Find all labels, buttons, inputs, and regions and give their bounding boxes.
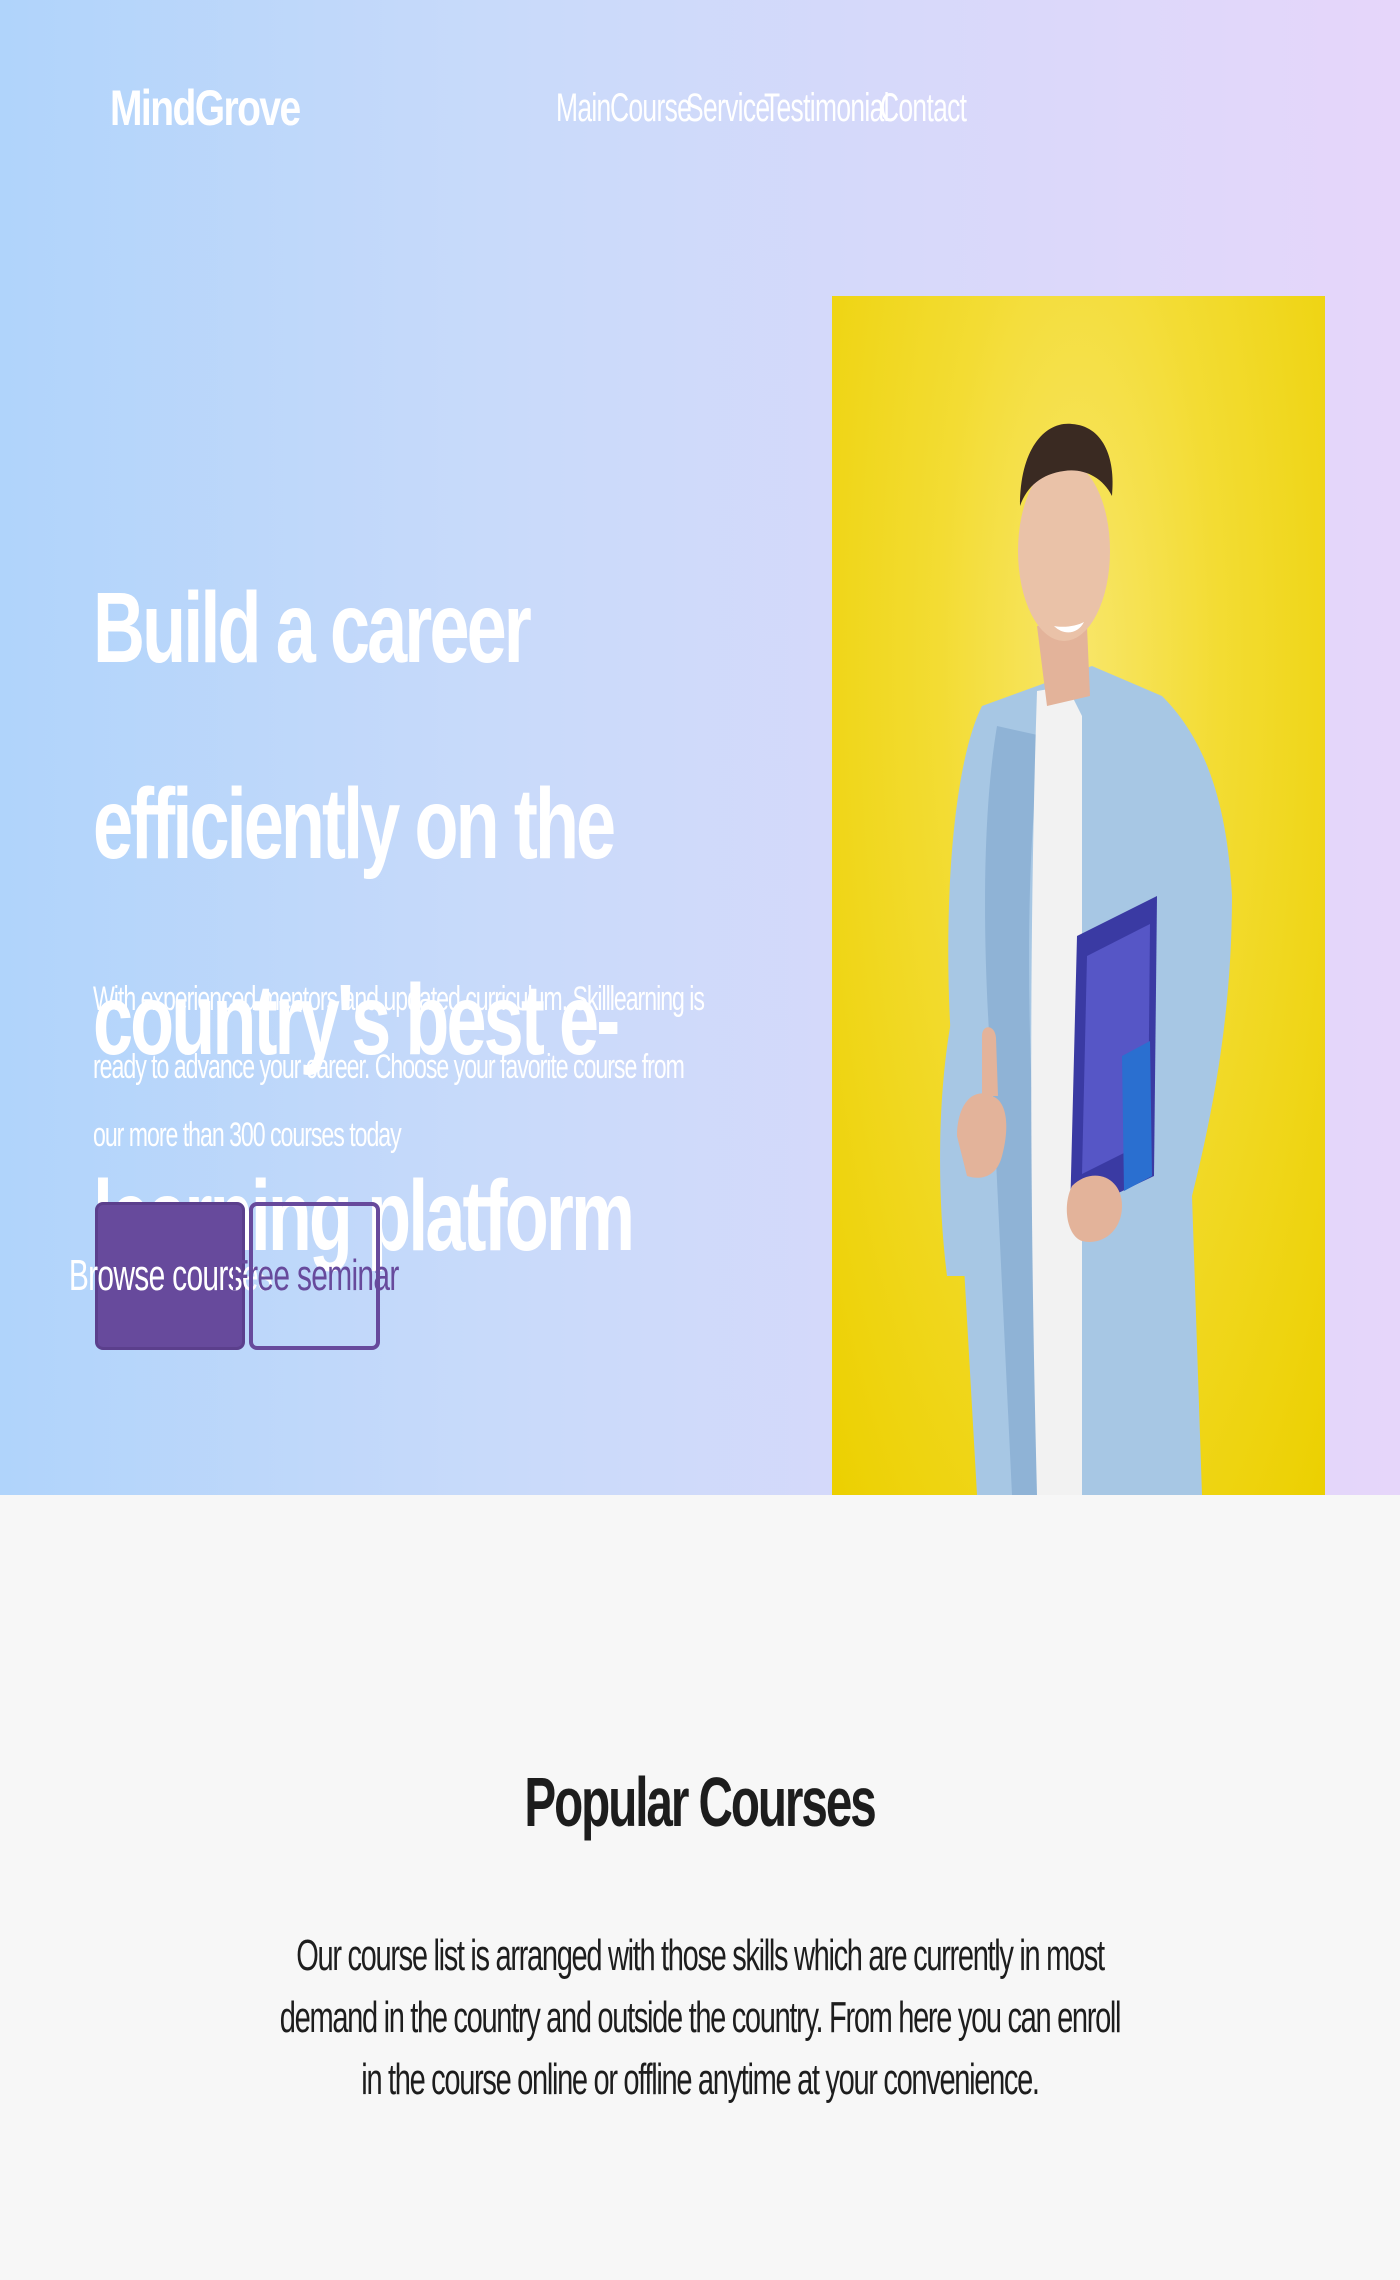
nav-link-service[interactable]: Service bbox=[686, 82, 770, 134]
nav-link-main[interactable]: Main bbox=[556, 82, 611, 134]
popular-courses-description: Our course list is arranged with those s… bbox=[270, 1925, 1130, 2111]
popular-courses-description-text: Our course list is arranged with those s… bbox=[279, 1931, 1122, 2104]
hero-headline: Build a career efficiently on the countr… bbox=[93, 572, 635, 1272]
free-seminar-label: Free seminar bbox=[230, 1251, 399, 1300]
free-seminar-button[interactable]: Free seminar bbox=[230, 1202, 399, 1350]
popular-courses-title: Popular Courses bbox=[0, 1760, 1400, 1844]
nav-link-testimonial[interactable]: Testimonial bbox=[764, 82, 889, 134]
hero-student-image bbox=[832, 296, 1325, 1495]
brand-logo[interactable]: MindGrove bbox=[110, 78, 301, 138]
browse-courses-button[interactable]: Browse courses bbox=[68, 1202, 272, 1350]
popular-courses-title-text: Popular Courses bbox=[524, 1763, 877, 1841]
nav-link-contact[interactable]: Contact bbox=[880, 82, 967, 134]
nav-link-course[interactable]: Course bbox=[610, 82, 692, 134]
hero-section: MindGrove Main Course Service Testimonia… bbox=[0, 0, 1400, 1495]
main-nav: Main Course Service Testimonial Contact bbox=[556, 82, 967, 134]
hero-subtext: With experienced mentors and updated cur… bbox=[93, 980, 705, 1154]
